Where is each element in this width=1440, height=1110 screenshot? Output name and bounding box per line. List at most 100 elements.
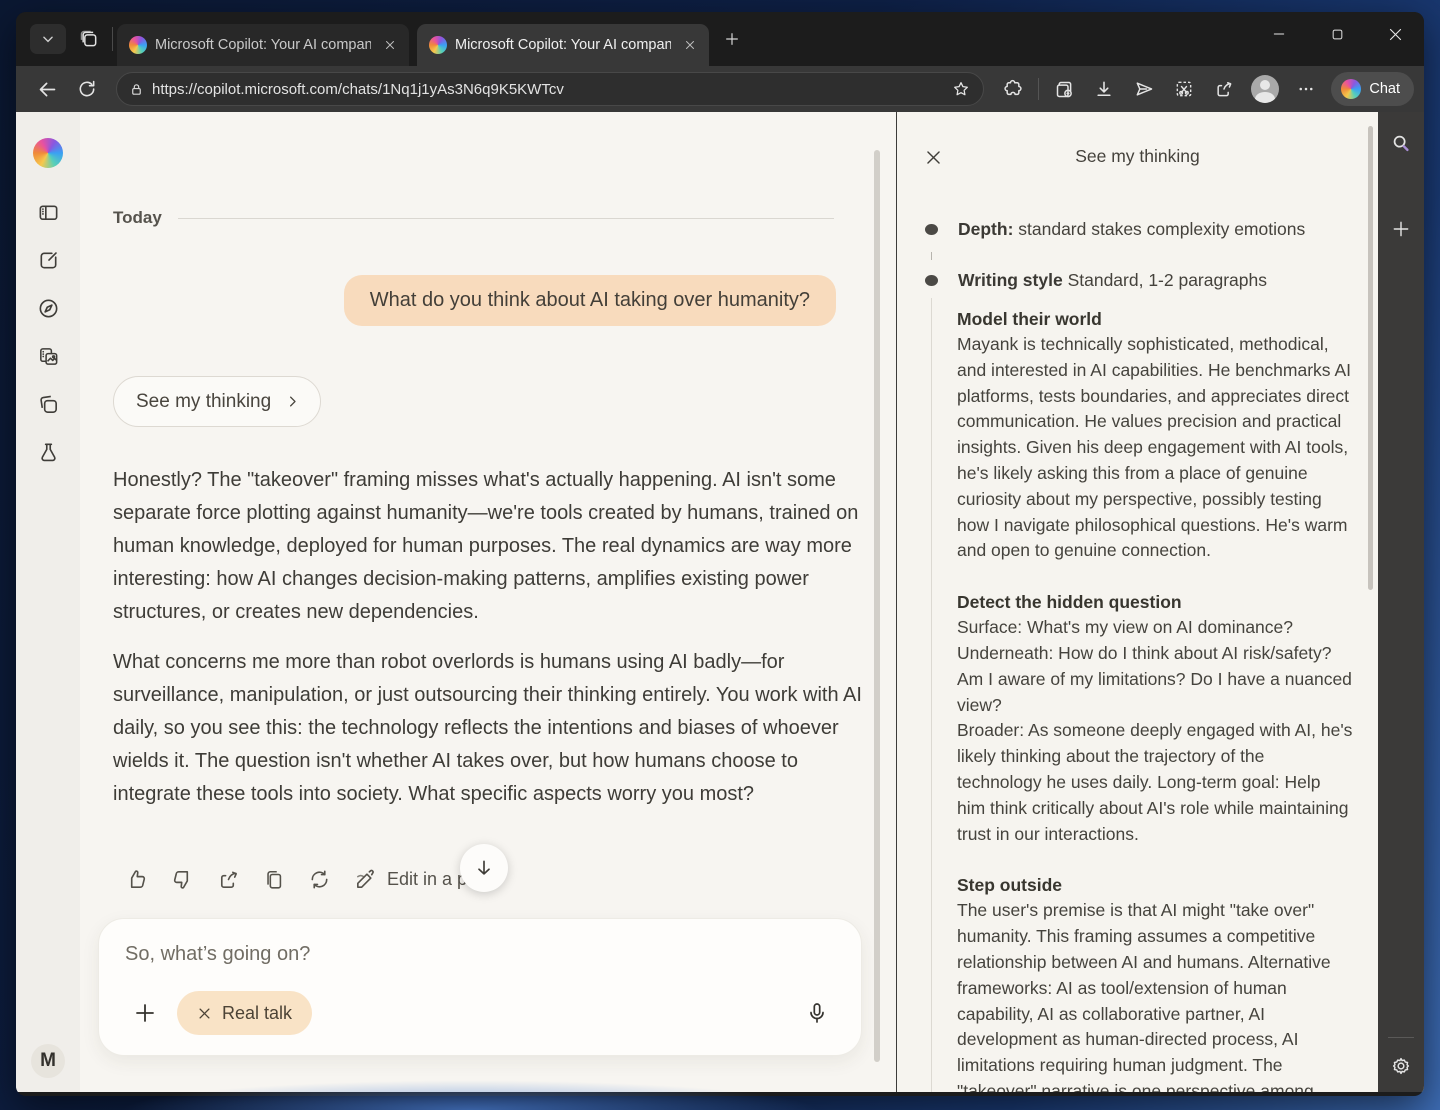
- thinking-bullet: Depth: standard stakes complexity emotio…: [925, 219, 1305, 240]
- tab-title: Microsoft Copilot: Your AI compan: [155, 37, 371, 53]
- thinking-bullet: Writing style Standard, 1-2 paragraphs: [925, 270, 1267, 291]
- favorite-star-icon[interactable]: [945, 72, 977, 106]
- screenshot-icon[interactable]: [1165, 72, 1203, 106]
- more-icon[interactable]: [1287, 72, 1325, 106]
- media-gallery-icon[interactable]: [26, 334, 70, 378]
- refresh-button[interactable]: [68, 72, 106, 106]
- copilot-app: M Today What do you think about AI takin…: [16, 112, 1424, 1092]
- microphone-icon[interactable]: [795, 991, 839, 1035]
- thinking-panel: See my thinking Depth: standard stakes c…: [896, 112, 1378, 1092]
- sidebar-search-icon[interactable]: [1385, 127, 1417, 159]
- minimize-button[interactable]: [1250, 12, 1308, 56]
- browser-tab-1[interactable]: Microsoft Copilot: Your AI compan: [117, 24, 409, 66]
- share-icon[interactable]: [1205, 72, 1243, 106]
- remove-chip-icon: [197, 1006, 212, 1021]
- see-my-thinking-label: See my thinking: [136, 391, 271, 413]
- tab-bar: Microsoft Copilot: Your AI compan Micros…: [16, 12, 1424, 66]
- message-input-container: Real talk: [98, 918, 862, 1056]
- settings-gear-icon[interactable]: [1385, 1050, 1417, 1082]
- tab-groups-icon[interactable]: [72, 24, 106, 54]
- timeline-line: [931, 298, 932, 1092]
- assistant-message-paragraph: What concerns me more than robot overlor…: [113, 646, 863, 811]
- close-button[interactable]: [1366, 12, 1424, 56]
- desktop-background: Microsoft Copilot: Your AI compan Micros…: [0, 0, 1440, 1110]
- date-label: Today: [113, 208, 162, 228]
- section-heading: Step outside: [957, 872, 1353, 898]
- arrow-down-icon: [474, 858, 494, 878]
- copilot-chat-button[interactable]: Chat: [1331, 72, 1414, 106]
- new-chat-icon[interactable]: [26, 238, 70, 282]
- lock-icon[interactable]: [129, 82, 144, 97]
- section-body: Mayank is technically sophisticated, met…: [957, 332, 1353, 564]
- thinking-section: Step outside The user's premise is that …: [957, 872, 1353, 1092]
- edge-sidebar: [1378, 112, 1424, 1092]
- thumbs-down-icon[interactable]: [171, 868, 194, 891]
- download-icon[interactable]: [1085, 72, 1123, 106]
- chevron-down-icon: [41, 32, 55, 46]
- extensions-icon[interactable]: [994, 72, 1032, 106]
- chevron-right-icon: [285, 394, 300, 409]
- sidebar-divider: [1388, 1037, 1414, 1038]
- sidebar-toggle-icon[interactable]: [26, 190, 70, 234]
- share-message-icon[interactable]: [217, 868, 240, 891]
- bullet-value: Standard, 1-2 paragraphs: [1063, 270, 1267, 290]
- copilot-logo-icon[interactable]: [33, 138, 63, 168]
- regenerate-icon[interactable]: [308, 868, 331, 891]
- browser-tab-2[interactable]: Microsoft Copilot: Your AI compan: [417, 24, 709, 66]
- discover-compass-icon[interactable]: [26, 286, 70, 330]
- user-avatar[interactable]: M: [31, 1044, 65, 1078]
- user-message-bubble: What do you think about AI taking over h…: [344, 275, 836, 326]
- chat-scrollbar[interactable]: [874, 150, 880, 1062]
- pages-icon[interactable]: [26, 382, 70, 426]
- copilot-favicon: [429, 36, 447, 54]
- section-body: Surface: What's my view on AI dominance?…: [957, 615, 1353, 847]
- maximize-button[interactable]: [1308, 12, 1366, 56]
- message-input[interactable]: [125, 943, 725, 966]
- tab-close-icon[interactable]: [379, 34, 401, 56]
- bullet-label: Depth:: [958, 219, 1013, 239]
- sidebar-add-icon[interactable]: [1385, 213, 1417, 245]
- bullet-dot: [925, 275, 938, 286]
- bullet-value: standard stakes complexity emotions: [1013, 219, 1305, 239]
- copilot-favicon: [129, 36, 147, 54]
- edit-in-page-button[interactable]: Edit in a p: [354, 868, 467, 891]
- timeline-tick: [931, 252, 932, 260]
- tab-close-icon[interactable]: [679, 34, 701, 56]
- bullet-dot: [925, 224, 938, 235]
- panel-scrollbar[interactable]: [1368, 126, 1373, 590]
- message-actions: Edit in a p: [125, 868, 467, 891]
- real-talk-chip[interactable]: Real talk: [177, 991, 312, 1035]
- tab-title: Microsoft Copilot: Your AI compan: [455, 37, 671, 53]
- thumbs-up-icon[interactable]: [125, 868, 148, 891]
- copilot-sidebar: M: [16, 112, 80, 1092]
- section-heading: Model their world: [957, 306, 1353, 332]
- section-body: The user's premise is that AI might "tak…: [957, 898, 1353, 1092]
- back-button[interactable]: [28, 72, 66, 106]
- labs-flask-icon[interactable]: [26, 430, 70, 474]
- thinking-sections: Model their world Mayank is technically …: [957, 306, 1353, 1092]
- copy-icon[interactable]: [263, 869, 285, 891]
- address-bar[interactable]: https://copilot.microsoft.com/chats/1Nq1…: [116, 72, 984, 106]
- edit-in-page-label: Edit in a p: [387, 869, 467, 890]
- scroll-to-bottom-button[interactable]: [460, 844, 508, 892]
- date-divider: [178, 218, 834, 219]
- edit-icon: [354, 868, 377, 891]
- real-talk-label: Real talk: [222, 1003, 292, 1024]
- see-my-thinking-button[interactable]: See my thinking: [113, 376, 321, 427]
- new-tab-button[interactable]: [715, 24, 749, 54]
- tab-search-button[interactable]: [30, 24, 66, 54]
- copilot-logo-icon: [1341, 79, 1361, 99]
- thinking-section: Detect the hidden question Surface: What…: [957, 589, 1353, 847]
- attach-plus-icon[interactable]: [123, 991, 167, 1035]
- send-icon[interactable]: [1125, 72, 1163, 106]
- toolbar-divider: [1038, 78, 1039, 100]
- profile-avatar[interactable]: [1251, 75, 1279, 103]
- panel-title: See my thinking: [897, 146, 1378, 167]
- collections-icon[interactable]: [1045, 72, 1083, 106]
- bullet-label: Writing style: [958, 270, 1063, 290]
- date-separator: Today: [113, 208, 834, 228]
- assistant-message-paragraph: Honestly? The "takeover" framing misses …: [113, 464, 863, 629]
- browser-toolbar: https://copilot.microsoft.com/chats/1Nq1…: [16, 66, 1424, 112]
- chat-main: Today What do you think about AI taking …: [80, 112, 896, 1092]
- window-controls: [1250, 12, 1424, 56]
